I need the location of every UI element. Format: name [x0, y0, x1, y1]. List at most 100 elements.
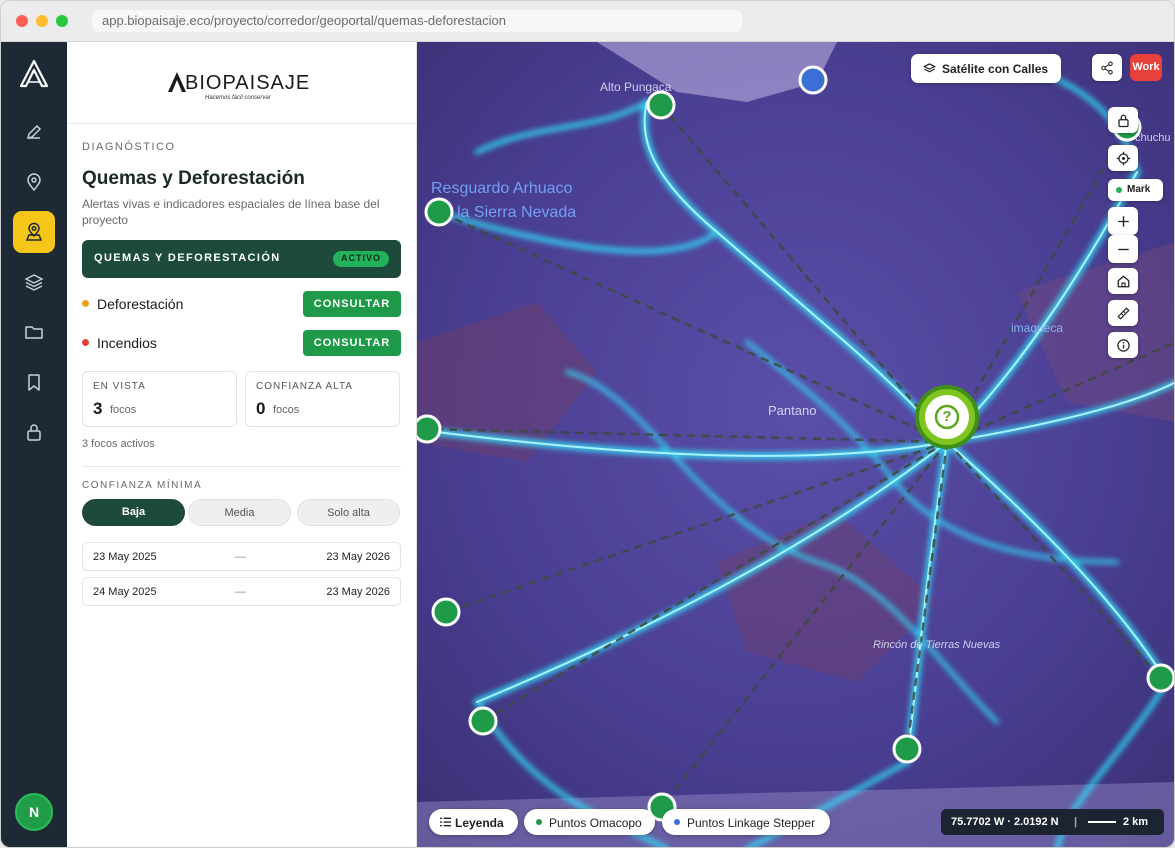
- share-button[interactable]: [1092, 54, 1122, 81]
- zoom-out-button[interactable]: [1108, 235, 1138, 263]
- close-window-button[interactable]: [16, 15, 28, 27]
- stat-unit: focos: [110, 404, 137, 416]
- mark-dot-icon: [1116, 187, 1122, 193]
- zoom-in-button[interactable]: [1108, 207, 1138, 235]
- layer-row-incendios: Incendios CONSULTAR: [82, 330, 401, 356]
- lock-map-button[interactable]: [1108, 107, 1138, 133]
- consultar-deforestacion-button[interactable]: CONSULTAR: [303, 291, 401, 317]
- rail-folder-button[interactable]: [13, 311, 55, 353]
- home-button[interactable]: [1108, 268, 1138, 294]
- stat-value: 0: [256, 399, 266, 418]
- brand-name: BIOPAISAJE: [185, 72, 311, 94]
- rail-lock-button[interactable]: [13, 411, 55, 453]
- list-icon: [440, 817, 451, 827]
- map-label-imaqueca: imaqueca: [1011, 321, 1064, 335]
- date-to: 23 May 2026: [326, 586, 390, 598]
- app-logo-icon[interactable]: [18, 58, 50, 90]
- layer-row-deforestacion: Deforestación CONSULTAR: [82, 291, 401, 317]
- confidence-label: CONFIANZA MÍNIMA: [82, 480, 203, 491]
- rail-diagnostic-button[interactable]: [13, 211, 55, 253]
- edit-icon: [26, 124, 42, 140]
- date-from: 24 May 2025: [93, 586, 157, 598]
- consultar-incendios-button[interactable]: CONSULTAR: [303, 330, 401, 356]
- status-badge: ACTIVO: [332, 251, 389, 267]
- omacopo-marker[interactable]: [468, 706, 498, 736]
- maximize-window-button[interactable]: [56, 15, 68, 27]
- mark-label: Mark: [1127, 184, 1151, 195]
- omacopo-marker[interactable]: [424, 197, 454, 227]
- rail-layers-button[interactable]: [13, 261, 55, 303]
- stat-en-vista: EN VISTA 3 focos: [82, 371, 237, 427]
- module-banner: QUEMAS Y DEFORESTACIÓN ACTIVO: [82, 240, 401, 278]
- help-icon-glyph: ?: [942, 408, 952, 425]
- omacopo-marker[interactable]: [1146, 663, 1174, 693]
- date-from: 23 May 2025: [93, 551, 157, 563]
- confidence-media-button[interactable]: Media: [188, 499, 291, 526]
- rail-bookmark-button[interactable]: [13, 361, 55, 403]
- divider: [82, 466, 401, 467]
- measure-button[interactable]: [1108, 300, 1138, 326]
- fire-dot-icon: [82, 339, 89, 346]
- chip-label: Puntos Omacopo: [549, 816, 642, 830]
- stat-confianza-alta: CONFIANZA ALTA 0 focos: [245, 371, 400, 427]
- active-count-note: 3 focos activos: [82, 438, 155, 450]
- rail-location-button[interactable]: [13, 161, 55, 203]
- confidence-baja-button[interactable]: Baja: [82, 499, 185, 526]
- scale-line: [1088, 821, 1116, 823]
- layer-chip-omacopo[interactable]: Puntos Omacopo: [524, 809, 655, 835]
- confidence-solo-alta-button[interactable]: Solo alta: [297, 499, 400, 526]
- map-label-sierra-nevada: la Sierra Nevada: [457, 204, 577, 221]
- url-bar[interactable]: app.biopaisaje.eco/proyecto/corredor/geo…: [92, 10, 742, 32]
- coordinate-readout: 75.7702 W · 2.0192 N: [951, 816, 1059, 828]
- omacopo-marker[interactable]: [431, 597, 461, 627]
- share-icon: [1101, 60, 1113, 75]
- rail-edit-button[interactable]: [13, 111, 55, 153]
- omacopo-marker[interactable]: [892, 734, 922, 764]
- basemap-selector[interactable]: Satélite con Calles: [911, 54, 1061, 83]
- work-button[interactable]: Work: [1130, 54, 1162, 81]
- stat-unit: focos: [273, 404, 300, 416]
- diagnostic-panel: BIOPAISAJE Hacemos fácil conservar DIAGN…: [67, 42, 417, 847]
- linkage-marker[interactable]: [798, 65, 828, 95]
- lock-icon: [1117, 114, 1129, 127]
- layers-icon: [24, 274, 44, 291]
- panel-title: Quemas y Deforestación: [82, 168, 305, 189]
- stat-label: EN VISTA: [93, 381, 146, 392]
- map-label-chuchu: chuchu: [1135, 132, 1171, 144]
- layers-icon: [923, 63, 936, 73]
- map-label-resguardo: Resguardo Arhuaco: [431, 180, 573, 197]
- crosshair-icon: [1116, 151, 1130, 165]
- layer-label: Deforestación: [97, 296, 184, 312]
- brand-header: BIOPAISAJE Hacemos fácil conservar: [67, 42, 417, 124]
- date-separator: —: [235, 551, 246, 563]
- stat-value: 3: [93, 399, 103, 418]
- user-avatar[interactable]: N: [15, 793, 53, 831]
- legend-button[interactable]: Leyenda: [429, 809, 518, 835]
- map-canvas[interactable]: ? Alto Pungaca Resguardo Arhuaco la Sier…: [417, 42, 1174, 847]
- stat-label: CONFIANZA ALTA: [256, 381, 353, 392]
- omacopo-marker[interactable]: [417, 414, 442, 444]
- linkage-dot-icon: [674, 819, 680, 825]
- layer-label: Incendios: [97, 335, 157, 351]
- date-separator: —: [235, 586, 246, 598]
- minus-icon: [1117, 248, 1129, 250]
- brand-tagline: Hacemos fácil conservar: [205, 95, 271, 101]
- mark-button[interactable]: Mark: [1108, 179, 1163, 201]
- layer-chip-linkage[interactable]: Puntos Linkage Stepper: [662, 809, 830, 835]
- bookmark-icon: [28, 374, 40, 391]
- location-user-icon: [25, 222, 43, 241]
- map-label-alto-pungaca: Alto Pungaca: [600, 80, 672, 94]
- date-range-row[interactable]: 24 May 2025 — 23 May 2026: [82, 577, 401, 606]
- title-bar: app.biopaisaje.eco/proyecto/corredor/geo…: [1, 1, 1174, 42]
- map-label-pantano: Pantano: [768, 403, 817, 418]
- date-range-row[interactable]: 23 May 2025 — 23 May 2026: [82, 542, 401, 571]
- date-to: 23 May 2026: [326, 551, 390, 563]
- info-button[interactable]: [1108, 332, 1138, 358]
- separator: |: [1074, 816, 1078, 828]
- legend-label: Leyenda: [455, 816, 504, 830]
- browser-window: app.biopaisaje.eco/proyecto/corredor/geo…: [0, 0, 1175, 848]
- omacopo-marker[interactable]: [646, 90, 676, 120]
- locate-button[interactable]: [1108, 145, 1138, 171]
- basemap-label: Satélite con Calles: [942, 62, 1049, 76]
- minimize-window-button[interactable]: [36, 15, 48, 27]
